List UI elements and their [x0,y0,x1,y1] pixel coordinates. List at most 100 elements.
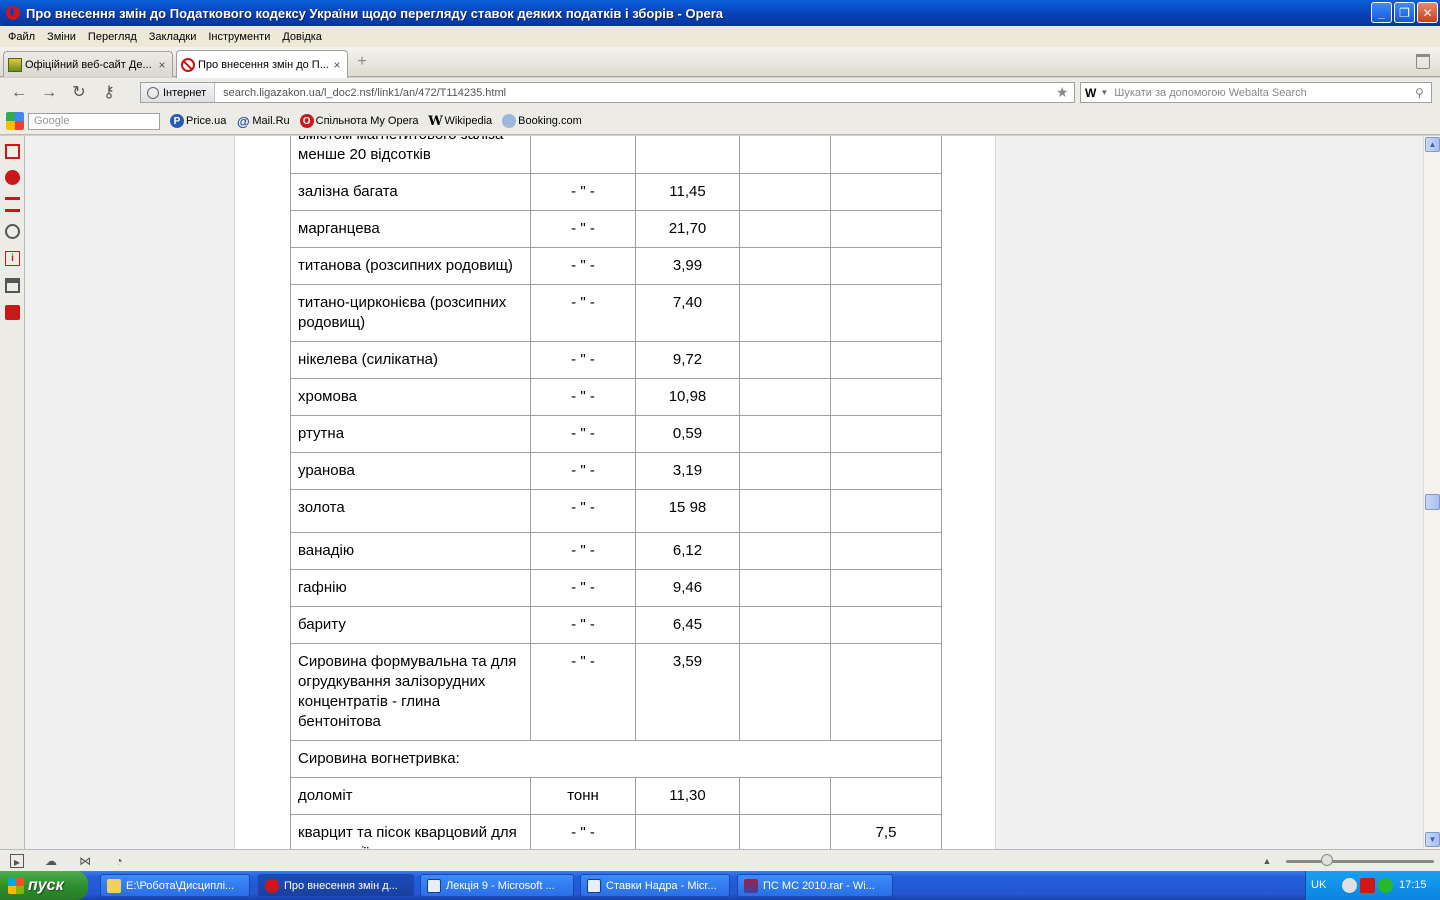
search-engine-icon[interactable]: W [1081,86,1100,100]
google-search-input[interactable]: Google [28,112,160,130]
scroll-thumb[interactable] [1425,494,1440,510]
globe-icon [147,86,159,99]
security-badge[interactable]: Інтернет [141,83,216,102]
minimize-button[interactable]: _ [1371,2,1392,23]
table-row: гафнію - " -9,46 [290,569,942,607]
share-icon[interactable] [5,224,20,239]
network-status-icon[interactable] [1378,878,1393,893]
cell-c5 [830,136,942,174]
cell-name: уранова [290,452,531,490]
menu-view[interactable]: Перегляд [82,31,143,43]
tab-close-icon[interactable]: × [156,58,168,72]
window-titlebar: Про внесення змін до Податкового кодексу… [0,0,1440,26]
panel-toggle-icon[interactable]: ▸ [10,854,24,869]
turbo-share-icon[interactable]: ⋈ [78,854,92,868]
unite-cloud-icon[interactable]: ☁ [44,854,58,868]
cell-unit: - " - [530,341,636,379]
menu-edit[interactable]: Зміни [41,31,82,43]
back-icon[interactable]: ← [4,82,34,104]
task-word-rates[interactable]: Ставки Надра - Micr... [580,874,730,897]
search-field[interactable]: W ▼ Шукати за допомогою Webalta Search ⚲ [1080,82,1432,103]
tab-official-site[interactable]: Офіційний веб-сайт Де... × [3,51,173,77]
mail-ru-icon: @ [237,113,250,129]
cell-unit [530,136,636,174]
tab-current-document[interactable]: Про внесення змін до П... × [176,50,348,78]
menu-help[interactable]: Довідка [276,31,328,43]
bookmark-booking[interactable]: Booking.com [502,114,582,128]
page-viewport[interactable]: вмістом магнетитового заліза менше 20 ві… [25,136,1423,849]
window-controls: _ ❐ ✕ [1371,2,1438,23]
bookmark-mail-ru[interactable]: @ Mail.Ru [236,113,290,129]
menu-file[interactable]: Файл [2,31,41,43]
key-icon[interactable]: ⚷ [94,82,124,104]
zoom-up-icon[interactable]: ▲ [1260,854,1274,868]
cell-unit: - " - [530,378,636,416]
bookmark-star-icon[interactable]: ★ [1056,84,1074,101]
search-people-icon[interactable] [5,170,20,185]
info-icon[interactable]: i [5,251,20,266]
magnifier-icon[interactable]: ⚲ [1415,86,1431,100]
print-icon[interactable] [5,278,20,293]
table-row: ртутна - " -0,59 [290,415,942,453]
new-tab-icon[interactable]: + [354,54,370,71]
cell-c4 [739,814,831,849]
menu-bookmarks[interactable]: Закладки [143,31,203,43]
google-icon[interactable] [6,112,24,130]
fit-to-window-icon[interactable] [5,144,20,159]
cell-c4 [739,569,831,607]
close-button[interactable]: ✕ [1417,2,1438,23]
zoom-slider-thumb[interactable] [1321,854,1333,866]
cell-c5 [830,606,942,644]
cell-unit: - " - [530,489,636,533]
cell-rate [635,136,740,174]
cell-unit: - " - [530,284,636,342]
task-explorer[interactable]: E:\Робота\Дисциплі... [100,874,250,897]
system-tray: UK 17:15 [1305,871,1440,900]
language-indicator[interactable]: UK [1311,879,1326,891]
forward-icon[interactable]: → [34,82,64,104]
side-panel: i [0,136,25,849]
opera-icon: O [299,114,314,128]
word-icon [427,878,441,893]
start-button[interactable]: пуск [0,871,88,900]
bookmark-my-opera[interactable]: O Спільнота My Opera [299,114,418,128]
cell-name: ртутна [290,415,531,453]
cell-name: хромова [290,378,531,416]
cell-c5: 7,5 [830,814,942,849]
network-icon[interactable] [5,197,20,212]
cell-unit: - " - [530,210,636,248]
url-text[interactable]: search.ligazakon.ua/l_doc2.nsf/link1/an/… [215,87,1056,99]
tab-label: Про внесення змін до П... [198,58,329,71]
cell-c4 [739,532,831,570]
section-heading: Сировина вогнетривка: [290,740,942,778]
task-winrar[interactable]: ПС МС 2010.rar - Wi... [737,874,893,897]
restore-button[interactable]: ❐ [1394,2,1415,23]
vertical-scrollbar[interactable]: ▲ ▼ [1423,136,1440,849]
cell-c5 [830,415,942,453]
address-field[interactable]: Інтернет search.ligazakon.ua/l_doc2.nsf/… [140,82,1075,103]
bookmark-wikipedia[interactable]: W Wikipedia [428,114,492,129]
speed-dial-icon[interactable]: ◔ [112,854,126,868]
back-arrow-icon[interactable] [1342,878,1357,893]
tab-close-icon[interactable]: × [331,58,343,72]
task-opera[interactable]: Про внесення змін д... [258,874,414,897]
task-word-lecture[interactable]: Лекція 9 - Microsoft ... [420,874,574,897]
trash-icon[interactable] [1416,54,1430,69]
reload-icon[interactable]: ↻ [64,82,94,104]
status-bar: ▸ ☁ ⋈ ◔ ▲ [0,849,1440,871]
zoom-slider[interactable] [1286,860,1434,863]
cell-c5 [830,284,942,342]
menu-tools[interactable]: Інструменти [202,31,276,43]
cell-rate [635,814,740,849]
tax-rates-table: вмістом магнетитового заліза менше 20 ві… [290,136,942,849]
tab-label: Офіційний веб-сайт Де... [25,58,152,71]
cell-c4 [739,643,831,741]
security-label: Інтернет [163,86,207,99]
scroll-up-icon[interactable]: ▲ [1425,137,1440,152]
scroll-down-icon[interactable]: ▼ [1425,832,1440,847]
dropdown-arrow-icon[interactable]: ▼ [1100,88,1114,97]
table-row: золота - " -15 98 [290,489,942,533]
bookmark-price-ua[interactable]: P Price.ua [170,114,226,128]
send-icon[interactable] [5,305,20,320]
antivirus-icon[interactable] [1360,878,1375,893]
